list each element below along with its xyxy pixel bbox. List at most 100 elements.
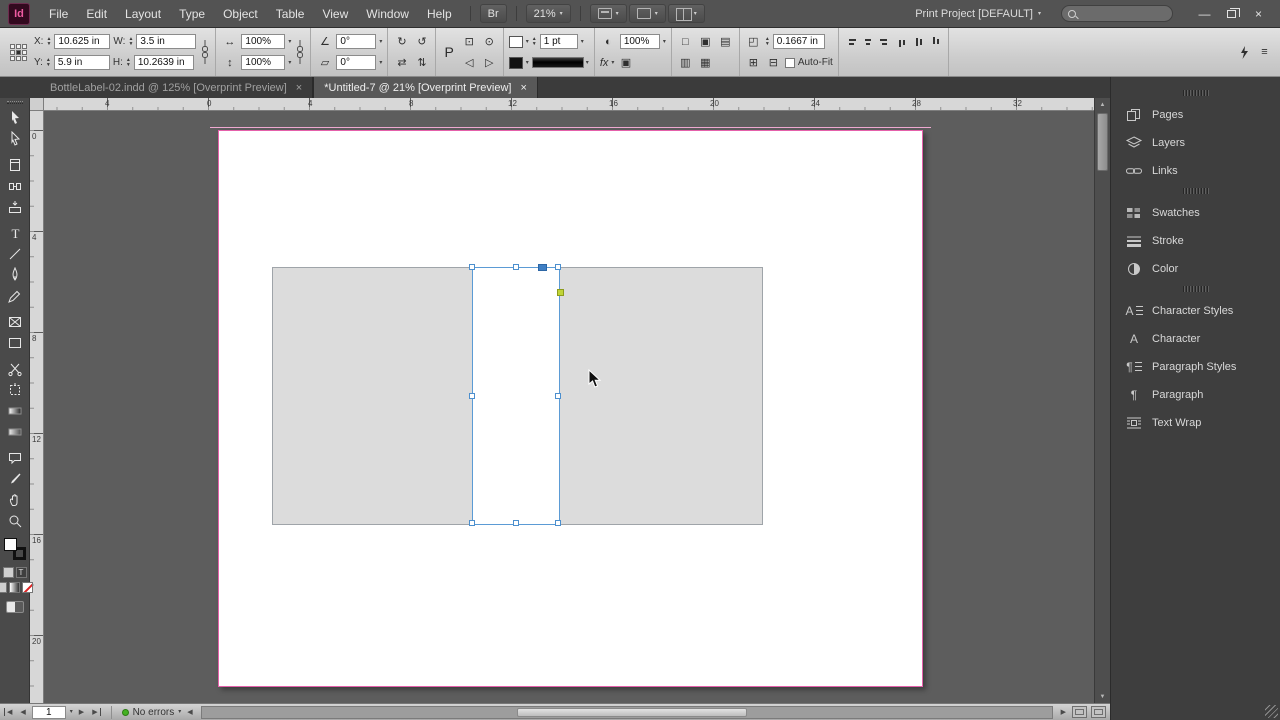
panel-button-links[interactable]: Links: [1111, 157, 1280, 185]
arrange-documents-dropdown[interactable]: ▾: [667, 4, 705, 23]
h-stepper[interactable]: ▲ ▼: [126, 58, 131, 68]
align-center-vertical-button[interactable]: [912, 35, 926, 49]
apply-none-button[interactable]: [22, 582, 33, 593]
rectangle-frame-tool[interactable]: [1, 311, 29, 332]
application-frame-icon[interactable]: [1091, 706, 1106, 718]
flip-horizontal-button[interactable]: ⇄: [393, 55, 410, 70]
hand-tool[interactable]: [1, 489, 29, 510]
fill-swatch[interactable]: [508, 35, 523, 48]
menu-view[interactable]: View: [313, 3, 357, 25]
pen-tool[interactable]: [1, 264, 29, 285]
menu-help[interactable]: Help: [418, 3, 461, 25]
ruler-origin-corner[interactable]: [30, 98, 44, 111]
panel-button-character[interactable]: A Character: [1111, 325, 1280, 353]
chevron-down-icon[interactable]: ▾: [526, 39, 529, 45]
selection-handle-s[interactable]: [513, 520, 519, 526]
fill-swatch[interactable]: [3, 538, 17, 551]
scroll-up-icon[interactable]: ▲: [1095, 98, 1110, 111]
selection-handle-ne[interactable]: [555, 264, 561, 270]
selection-handle-e[interactable]: [555, 393, 561, 399]
apply-color-button[interactable]: [0, 582, 7, 593]
selection-handle-w[interactable]: [469, 393, 475, 399]
x-stepper[interactable]: ▲ ▼: [46, 37, 51, 47]
corner-radius-field[interactable]: 0.1667 in: [772, 34, 825, 49]
menu-type[interactable]: Type: [170, 3, 214, 25]
wrap-around-bounding-box-button[interactable]: ▣: [697, 34, 714, 49]
rotation-angle-field[interactable]: 0°: [336, 34, 377, 49]
content-collector-tool[interactable]: [1, 196, 29, 217]
direct-selection-tool[interactable]: [1, 128, 29, 149]
document-tab-untitled7[interactable]: *Untitled-7 @ 21% [Overprint Preview] ×: [313, 77, 538, 98]
pencil-tool[interactable]: [1, 285, 29, 306]
align-left-button[interactable]: [844, 35, 858, 49]
corner-radius-stepper[interactable]: ▲ ▼: [765, 37, 770, 47]
chevron-down-icon[interactable]: ▾: [288, 39, 291, 45]
page-menu-icon[interactable]: ▾: [70, 709, 73, 715]
search-input[interactable]: [1081, 8, 1166, 19]
view-options-dropdown[interactable]: ▾: [589, 4, 627, 23]
menu-layout[interactable]: Layout: [116, 3, 170, 25]
fit-content-to-frame-button[interactable]: ⊞: [745, 55, 762, 70]
type-tool[interactable]: T: [1, 222, 29, 243]
reference-point-proxy[interactable]: [10, 43, 27, 61]
y-position-field[interactable]: 5.9 in: [53, 55, 110, 70]
selection-handle-n[interactable]: [513, 264, 519, 270]
panel-grip[interactable]: [6, 101, 23, 104]
first-page-button[interactable]: ◀: [4, 708, 14, 716]
last-page-button[interactable]: ▶: [90, 708, 101, 716]
zoom-tool[interactable]: [1, 510, 29, 531]
menu-file[interactable]: File: [40, 3, 77, 25]
free-transform-tool[interactable]: [1, 379, 29, 400]
panel-button-character-styles[interactable]: A Character Styles: [1111, 297, 1280, 325]
scale-x-field[interactable]: 100%: [241, 34, 286, 49]
previous-page-button[interactable]: ◀: [18, 708, 27, 716]
page-number-field[interactable]: 1: [31, 705, 66, 719]
text-frame-port[interactable]: [538, 264, 547, 271]
jump-object-button[interactable]: ▥: [677, 55, 694, 70]
control-panel-menu-button[interactable]: ≡: [1256, 45, 1273, 60]
zoom-level-dropdown[interactable]: 21% ▾: [525, 4, 571, 23]
chevron-down-icon[interactable]: ▾: [379, 39, 382, 45]
workspace-switcher[interactable]: Print Project [DEFAULT] ▾: [907, 8, 1049, 20]
horizontal-scrollbar[interactable]: [200, 705, 1053, 719]
corner-options-icon[interactable]: ◰: [745, 34, 762, 49]
menu-table[interactable]: Table: [267, 3, 314, 25]
quick-apply-button[interactable]: [1235, 45, 1252, 60]
close-tab-icon[interactable]: ×: [520, 82, 526, 94]
rotate-90-cw-button[interactable]: ↻: [393, 34, 410, 49]
bridge-button[interactable]: Br: [479, 4, 507, 23]
panel-button-layers[interactable]: Layers: [1111, 129, 1280, 157]
search-box[interactable]: [1061, 5, 1173, 22]
gradient-swatch-tool[interactable]: [1, 400, 29, 421]
fill-stroke-indicator[interactable]: [3, 538, 26, 560]
align-top-button[interactable]: [895, 35, 909, 49]
wrap-around-object-shape-button[interactable]: ▤: [717, 34, 734, 49]
panel-button-paragraph[interactable]: ¶ Paragraph: [1111, 381, 1280, 409]
panel-button-text-wrap[interactable]: Text Wrap: [1111, 409, 1280, 437]
chevron-down-icon[interactable]: ▾: [379, 60, 382, 66]
width-field[interactable]: 3.5 in: [136, 34, 197, 49]
chevron-down-icon[interactable]: ▾: [288, 60, 291, 66]
scale-y-field[interactable]: 100%: [241, 55, 286, 70]
autofit-checkbox[interactable]: [784, 57, 795, 68]
close-button[interactable]: ×: [1245, 4, 1272, 24]
drop-shadow-button[interactable]: ▣: [617, 55, 634, 70]
stroke-swatch[interactable]: [508, 56, 523, 69]
apply-gradient-button[interactable]: [9, 582, 20, 593]
vertical-scroll-thumb[interactable]: [1097, 113, 1108, 171]
y-stepper[interactable]: ▲ ▼: [46, 58, 51, 68]
close-tab-icon[interactable]: ×: [296, 82, 302, 94]
screen-mode-button[interactable]: [5, 601, 24, 613]
rotate-90-ccw-button[interactable]: ↺: [413, 34, 430, 49]
select-content-button[interactable]: ⊙: [481, 34, 498, 49]
panel-button-swatches[interactable]: Swatches: [1111, 199, 1280, 227]
panel-button-pages[interactable]: Pages: [1111, 101, 1280, 129]
stroke-type-dropdown[interactable]: ▾: [531, 57, 589, 68]
formatting-affects-container-button[interactable]: [2, 567, 14, 578]
window-resize-grip[interactable]: [1265, 705, 1278, 718]
note-tool[interactable]: [1, 447, 29, 468]
align-bottom-button[interactable]: [929, 35, 943, 49]
shear-angle-field[interactable]: 0°: [336, 55, 377, 70]
minimize-button[interactable]: —: [1191, 4, 1218, 24]
line-tool[interactable]: [1, 243, 29, 264]
